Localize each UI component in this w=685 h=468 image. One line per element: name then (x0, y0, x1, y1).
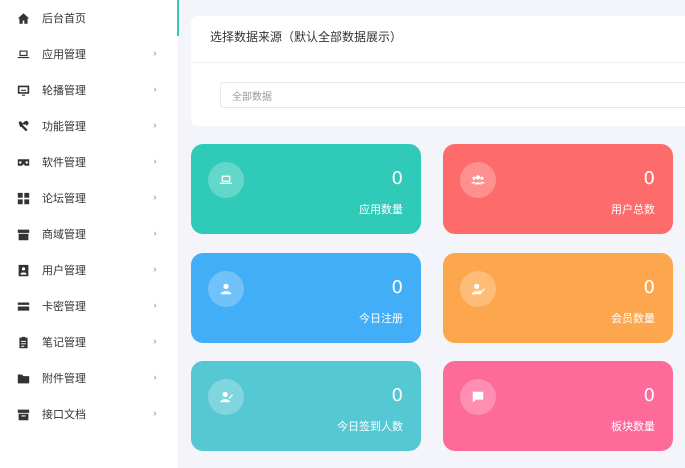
stat-value: 0 (391, 168, 403, 189)
stat-value: 0 (643, 277, 655, 298)
folder-icon (16, 371, 30, 385)
panel-divider (191, 62, 685, 63)
chevron-right-icon: › (153, 372, 157, 384)
chevron-right-icon: › (153, 156, 157, 168)
sidebar-item-software[interactable]: 软件管理 › (0, 144, 179, 180)
users-icon (460, 162, 496, 198)
store-icon (16, 227, 30, 241)
card-icon (16, 299, 30, 313)
sidebar-item-notes[interactable]: 笔记管理 › (0, 324, 179, 360)
sidebar-item-label: 应用管理 (42, 48, 86, 61)
sidebar-item-label: 软件管理 (42, 156, 86, 169)
sidebar-item-forum[interactable]: 论坛管理 › (0, 180, 179, 216)
sidebar-item-label: 笔记管理 (42, 336, 86, 349)
vr-icon (16, 155, 30, 169)
sidebar: 后台首页 应用管理 › 轮播管理 › 功能管理 › 软件管理 › 论坛管理 › … (0, 0, 179, 468)
archive-icon (16, 407, 30, 421)
panel-title: 选择数据来源（默认全部数据展示） (210, 30, 403, 44)
chevron-right-icon: › (153, 192, 157, 204)
stat-label: 今日注册 (359, 312, 403, 325)
chat-icon (460, 379, 496, 415)
stat-card-apps: 0 应用数量 (191, 144, 421, 234)
stat-label: 今日签到人数 (337, 420, 403, 433)
tools-icon (16, 119, 30, 133)
clipboard-icon (16, 335, 30, 349)
user-icon (208, 271, 244, 307)
chevron-right-icon: › (153, 48, 157, 60)
sidebar-item-cards[interactable]: 卡密管理 › (0, 288, 179, 324)
sidebar-item-api-docs[interactable]: 接口文档 › (0, 396, 179, 432)
sidebar-item-label: 卡密管理 (42, 300, 86, 313)
sidebar-item-label: 接口文档 (42, 408, 86, 421)
stat-value: 0 (643, 168, 655, 189)
sidebar-item-label: 轮播管理 (42, 84, 86, 97)
stat-card-today-checkins: 0 今日签到人数 (191, 361, 421, 451)
stat-card-today-registered: 0 今日注册 (191, 253, 421, 343)
stat-value: 0 (391, 385, 403, 406)
stat-label: 用户总数 (611, 203, 655, 216)
user-check-icon (460, 271, 496, 307)
stat-value: 0 (643, 385, 655, 406)
data-source-panel: 选择数据来源（默认全部数据展示） 全部数据 (191, 16, 685, 126)
laptop-icon (16, 47, 30, 61)
sidebar-item-label: 用户管理 (42, 264, 86, 277)
id-badge-icon (16, 263, 30, 277)
sidebar-item-apps[interactable]: 应用管理 › (0, 36, 179, 72)
sidebar-item-label: 后台首页 (42, 12, 86, 25)
monitor-icon (16, 83, 30, 97)
sidebar-item-users[interactable]: 用户管理 › (0, 252, 179, 288)
sidebar-item-attachments[interactable]: 附件管理 › (0, 360, 179, 396)
home-icon (16, 11, 30, 25)
chevron-right-icon: › (153, 84, 157, 96)
chevron-right-icon: › (153, 408, 157, 420)
data-source-select[interactable]: 全部数据 (220, 82, 685, 108)
stat-value: 0 (391, 277, 403, 298)
sidebar-item-home[interactable]: 后台首页 (0, 0, 179, 36)
sidebar-item-label: 功能管理 (42, 120, 86, 133)
sidebar-item-label: 附件管理 (42, 372, 86, 385)
stat-card-boards: 0 板块数量 (443, 361, 673, 451)
chevron-right-icon: › (153, 228, 157, 240)
sidebar-item-label: 论坛管理 (42, 192, 86, 205)
user-sign-icon (208, 379, 244, 415)
sidebar-item-store[interactable]: 商域管理 › (0, 216, 179, 252)
stat-card-total-users: 0 用户总数 (443, 144, 673, 234)
sidebar-item-label: 商域管理 (42, 228, 86, 241)
laptop-icon (208, 162, 244, 198)
sidebar-item-carousel[interactable]: 轮播管理 › (0, 72, 179, 108)
sidebar-item-features[interactable]: 功能管理 › (0, 108, 179, 144)
chevron-right-icon: › (153, 264, 157, 276)
chevron-right-icon: › (153, 336, 157, 348)
stat-label: 会员数量 (611, 312, 655, 325)
stat-label: 应用数量 (359, 203, 403, 216)
chevron-right-icon: › (153, 120, 157, 132)
chevron-right-icon: › (153, 300, 157, 312)
stat-label: 板块数量 (611, 420, 655, 433)
grid-icon (16, 191, 30, 205)
stat-card-members: 0 会员数量 (443, 253, 673, 343)
